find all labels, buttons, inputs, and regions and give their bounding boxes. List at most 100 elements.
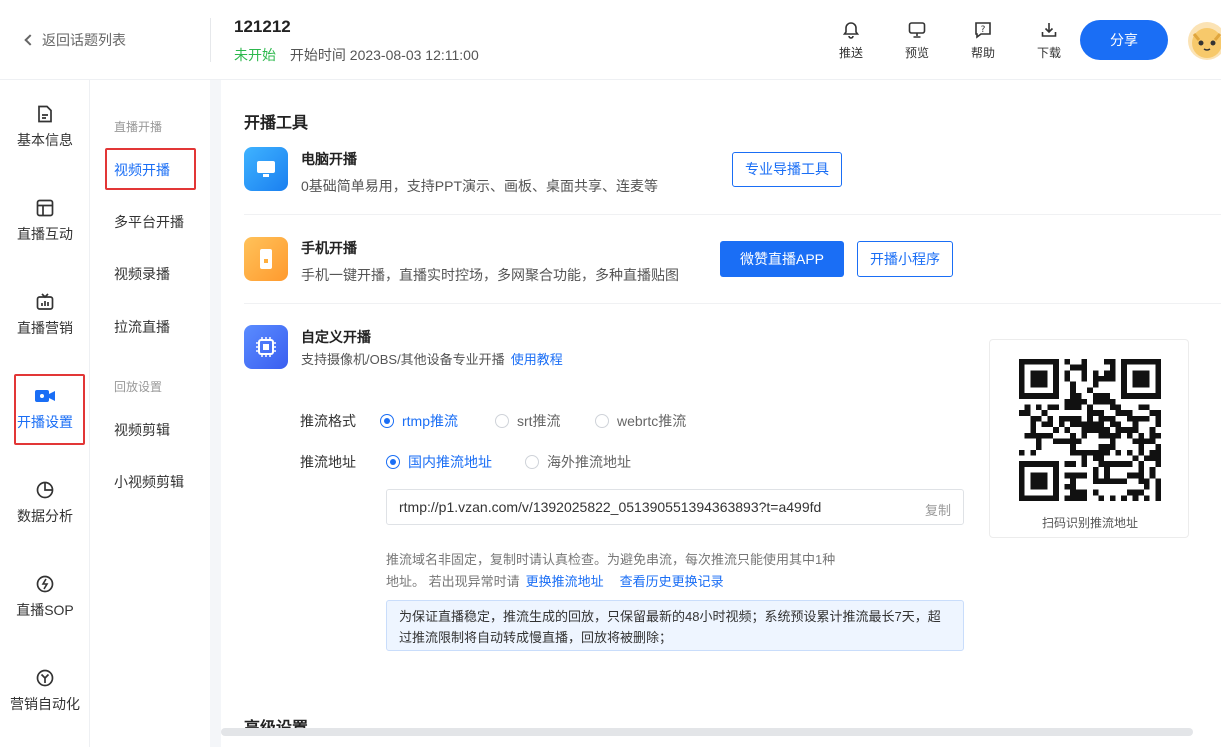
nav-item-marketing-automation[interactable]: 营销自动化 (0, 668, 90, 714)
push-label: 推送 (838, 46, 863, 60)
highlight-box (14, 374, 85, 445)
share-button[interactable]: 分享 (1080, 20, 1168, 60)
subnav-item-video-edit[interactable]: 视频剪辑 (114, 420, 170, 440)
live-status-line: 未开始 开始时间 2023-08-03 12:11:00 (234, 45, 479, 65)
custom-stream-icon (244, 325, 288, 369)
nav-label-data-analysis: 数据分析 (17, 508, 73, 524)
stream-address-label: 推流地址 (300, 454, 356, 470)
help-button[interactable]: ? 帮助 (950, 18, 1016, 61)
stream-format-label: 推流格式 (300, 413, 356, 429)
radio-label: srt推流 (517, 413, 561, 429)
pc-stream-desc: 0基础简单易用，支持PPT演示、画板、桌面共享、连麦等 (301, 178, 659, 194)
automation-icon (36, 669, 54, 687)
nav-item-basic-info[interactable]: 基本信息 (0, 104, 90, 150)
mobile-stream-desc: 手机一键开播，直播实时控场，多网聚合功能，多种直播贴图 (301, 267, 679, 283)
subnav-group-live-start: 直播开播 (114, 120, 163, 134)
qr-code-card: 扫码识别推流地址 (989, 339, 1189, 538)
start-time: 开始时间 2023-08-03 12:11:00 (289, 47, 479, 63)
row-divider (244, 303, 1221, 304)
subnav-item-short-video-edit[interactable]: 小视频剪辑 (114, 472, 184, 492)
subnav-item-multi-platform[interactable]: 多平台开播 (114, 212, 184, 232)
secondary-sidebar: 直播开播 视频开播 多平台开播 视频录播 拉流直播 回放设置 视频剪辑 小视频剪… (91, 80, 210, 747)
radio-dot (525, 455, 539, 469)
stream-url-field[interactable]: rtmp://p1.vzan.com/v/1392025822_05139055… (386, 489, 964, 525)
download-icon (1041, 23, 1057, 37)
horizontal-scrollbar[interactable] (221, 728, 1193, 736)
nav-item-live-sop[interactable]: 直播SOP (0, 574, 90, 620)
svg-text:?: ? (981, 25, 986, 35)
note-line-2-text: 地址。 若出现异常时请 (386, 574, 520, 589)
pie-chart-icon (36, 481, 54, 499)
nav-item-data-analysis[interactable]: 数据分析 (0, 480, 90, 526)
radio-srt[interactable]: srt推流 (495, 411, 561, 431)
header-divider (210, 18, 211, 62)
chevron-left-icon (24, 34, 36, 46)
custom-stream-desc-text: 支持摄像机/OBS/其他设备专业开播 (301, 352, 505, 367)
custom-stream-desc: 支持摄像机/OBS/其他设备专业开播 使用教程 (301, 349, 563, 368)
change-stream-address-link[interactable]: 更换推流地址 (526, 574, 604, 589)
tutorial-link[interactable]: 使用教程 (511, 352, 563, 367)
radio-domestic-address[interactable]: 国内推流地址 (386, 452, 492, 472)
help-icon: ? (975, 22, 991, 39)
radio-dot (495, 414, 509, 428)
nav-label-basic-info: 基本信息 (17, 132, 73, 148)
pc-stream-icon (244, 147, 288, 191)
stream-domain-note: 推流域名非固定，复制时请认真检查。为避免串流，每次推流只能使用其中1种 地址。 … (386, 549, 886, 593)
nav-item-live-marketing[interactable]: 直播营销 (0, 292, 90, 338)
back-to-topic-list-link[interactable]: 返回话题列表 (24, 30, 126, 50)
pc-stream-title: 电脑开播 (301, 151, 357, 167)
download-button[interactable]: 下载 (1016, 18, 1082, 61)
nav-item-stream-settings[interactable]: 开播设置 (0, 374, 90, 445)
copy-button[interactable]: 复制 (925, 500, 951, 519)
view-history-link[interactable]: 查看历史更换记录 (620, 574, 724, 589)
radio-dot (380, 414, 394, 428)
gauge-icon (36, 575, 54, 593)
phone-icon (260, 249, 272, 269)
chip-icon (256, 337, 276, 357)
subnav-item-video-start[interactable]: 视频开播 (105, 148, 196, 190)
section-title-stream-tools: 开播工具 (244, 115, 309, 132)
download-label: 下载 (1036, 46, 1061, 60)
pro-director-tool-button[interactable]: 专业导播工具 (732, 152, 842, 187)
row-divider (244, 214, 1221, 215)
avatar[interactable] (1188, 22, 1221, 60)
main-content: 开播工具 电脑开播 0基础简单易用，支持PPT演示、画板、桌面共享、连麦等 专业… (221, 80, 1221, 747)
bell-icon (842, 22, 860, 39)
radio-webrtc[interactable]: webrtc推流 (595, 411, 686, 431)
radio-rtmp[interactable]: rtmp推流 (380, 411, 458, 431)
nav-label-live-interaction: 直播互动 (17, 226, 73, 242)
page-title: 121212 (234, 17, 291, 36)
monitor-icon (908, 22, 926, 38)
preview-button[interactable]: 预览 (884, 18, 950, 61)
qr-code-label: 扫码识别推流地址 (1041, 516, 1138, 530)
subnav-item-pull-stream[interactable]: 拉流直播 (114, 317, 170, 337)
back-label: 返回话题列表 (42, 32, 126, 48)
document-icon (38, 105, 52, 123)
playback-info-box: 为保证直播稳定，推流生成的回放，只保留最新的48小时视频；系统预设累计推流最长7… (386, 600, 964, 651)
push-button[interactable]: 推送 (818, 18, 884, 61)
nav-item-live-interaction[interactable]: 直播互动 (0, 198, 90, 244)
header-toolbar: 推送 预览 ? 帮助 下载 (818, 18, 1082, 61)
subnav-group-playback: 回放设置 (114, 380, 163, 394)
nav-label-live-marketing: 直播营销 (17, 320, 73, 336)
radio-overseas-address[interactable]: 海外推流地址 (525, 452, 631, 472)
tv-chart-icon (36, 293, 54, 310)
note-line-1: 推流域名非固定，复制时请认真检查。为避免串流，每次推流只能使用其中1种 (386, 552, 836, 567)
stream-url-text: rtmp://p1.vzan.com/v/1392025822_05139055… (399, 499, 822, 515)
nav-label-marketing-automation: 营销自动化 (10, 696, 80, 712)
highlight-box (105, 148, 196, 190)
status-badge: 未开始 (234, 47, 276, 63)
radio-dot (595, 414, 609, 428)
subnav-item-video-record[interactable]: 视频录播 (114, 264, 170, 284)
top-header: 返回话题列表 121212 未开始 开始时间 2023-08-03 12:11:… (0, 0, 1221, 80)
help-label: 帮助 (970, 46, 995, 60)
cat-avatar-icon (1192, 28, 1221, 58)
radio-label: 海外推流地址 (547, 454, 631, 470)
note-line-2: 地址。 若出现异常时请 更换推流地址 查看历史更换记录 (386, 571, 886, 593)
mini-program-button[interactable]: 开播小程序 (857, 241, 953, 277)
radio-label: webrtc推流 (617, 413, 687, 429)
radio-label: 国内推流地址 (408, 454, 492, 470)
qr-code-image (1019, 359, 1161, 501)
mobile-stream-icon (244, 237, 288, 281)
weizan-app-button[interactable]: 微赞直播APP (720, 241, 845, 277)
